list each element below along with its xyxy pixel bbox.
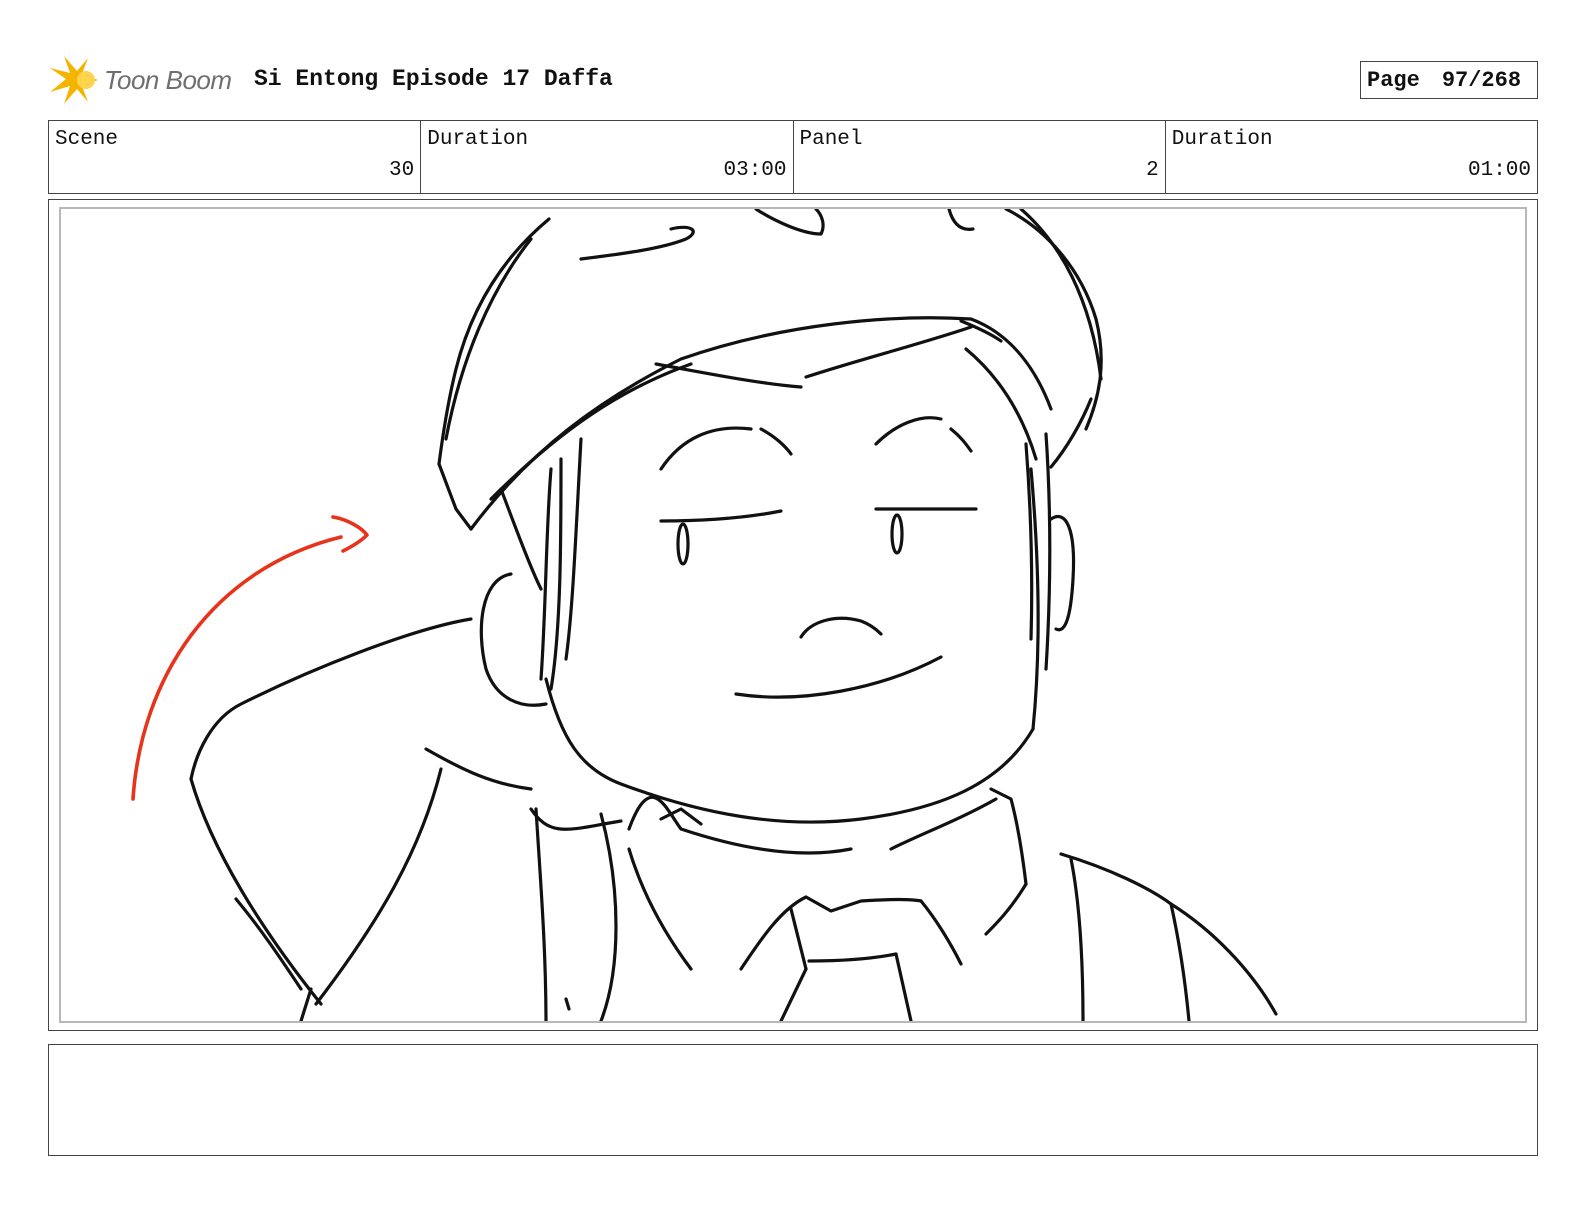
scene-duration-value: 03:00 <box>723 159 787 182</box>
panel-cell: Panel 2 <box>794 121 1166 193</box>
panel-notes-box <box>48 1044 1538 1156</box>
scene-number: 30 <box>389 159 415 182</box>
page-indicator: Page 97/268 <box>1360 61 1538 99</box>
scene-duration-label: Duration <box>427 128 529 151</box>
panel-duration-cell: Duration 01:00 <box>1166 121 1537 193</box>
motion-arrow-icon <box>131 515 369 801</box>
burst-star-icon <box>50 56 98 104</box>
panel-number: 2 <box>1146 159 1159 182</box>
panel-label: Panel <box>799 128 863 151</box>
page-header: Toon Boom Si Entong Episode 17 Daffa Pag… <box>48 52 1538 108</box>
document-title: Si Entong Episode 17 Daffa <box>254 66 613 92</box>
logo-wordmark: Toon Boom <box>104 65 232 95</box>
panel-info-table: Scene 30 Duration 03:00 Panel 2 Duration… <box>48 120 1538 194</box>
panel-duration-label: Duration <box>1171 128 1273 151</box>
panel-duration-value: 01:00 <box>1467 159 1531 182</box>
scene-duration-cell: Duration 03:00 <box>421 121 794 193</box>
scene-label: Scene <box>55 128 119 151</box>
scene-cell: Scene 30 <box>49 121 422 193</box>
page-label: Page <box>1367 67 1420 93</box>
panel-drawing-area <box>59 207 1527 1023</box>
toon-boom-logo: Toon Boom <box>48 52 243 108</box>
character-sketch-icon <box>131 209 1278 1021</box>
page-number: 97/268 <box>1441 67 1522 93</box>
storyboard-panel <box>48 199 1538 1031</box>
